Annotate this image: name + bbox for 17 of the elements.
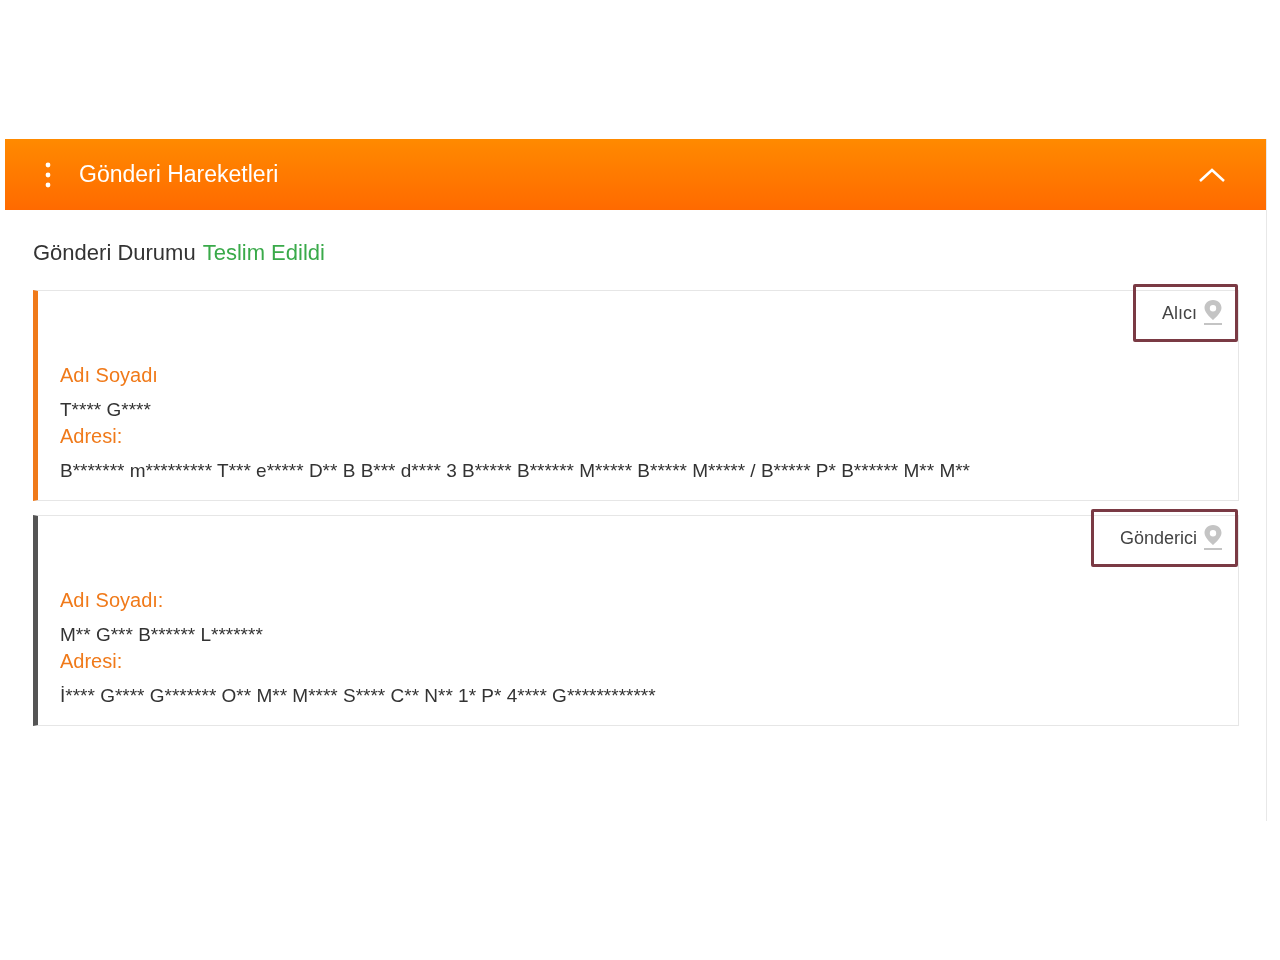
address-text: İ**** G**** G******* O** M** M**** S**** C** N** 1* P* 4**** G************ [60, 684, 657, 708]
location-pin-icon [1203, 298, 1223, 326]
person-name: M** G*** B****** L******* [60, 623, 264, 647]
field-label: Adresi: [60, 425, 124, 448]
field-label: Adı Soyadı [60, 364, 159, 387]
party-role: Gönderici [1119, 527, 1197, 549]
status-value: Teslim Edildi [202, 240, 325, 266]
party-role: Alıcı [1162, 302, 1197, 324]
status-label: Gönderi Durumu [33, 240, 196, 266]
more-icon[interactable] [45, 160, 51, 189]
address-text: B******* m********* T*** e***** D** B B*** d**** 3 B***** B****** M***** B***** M***** / B***** P* B****** M** M** [60, 459, 971, 483]
collapse-button[interactable] [1198, 166, 1226, 183]
panel-title: Gönderi Hareketleri [79, 161, 280, 188]
person-name: T**** G**** [60, 398, 152, 422]
location-pin-icon [1203, 523, 1223, 551]
field-label: Adı Soyadı: [60, 589, 165, 612]
field-label: Adresi: [60, 650, 124, 673]
